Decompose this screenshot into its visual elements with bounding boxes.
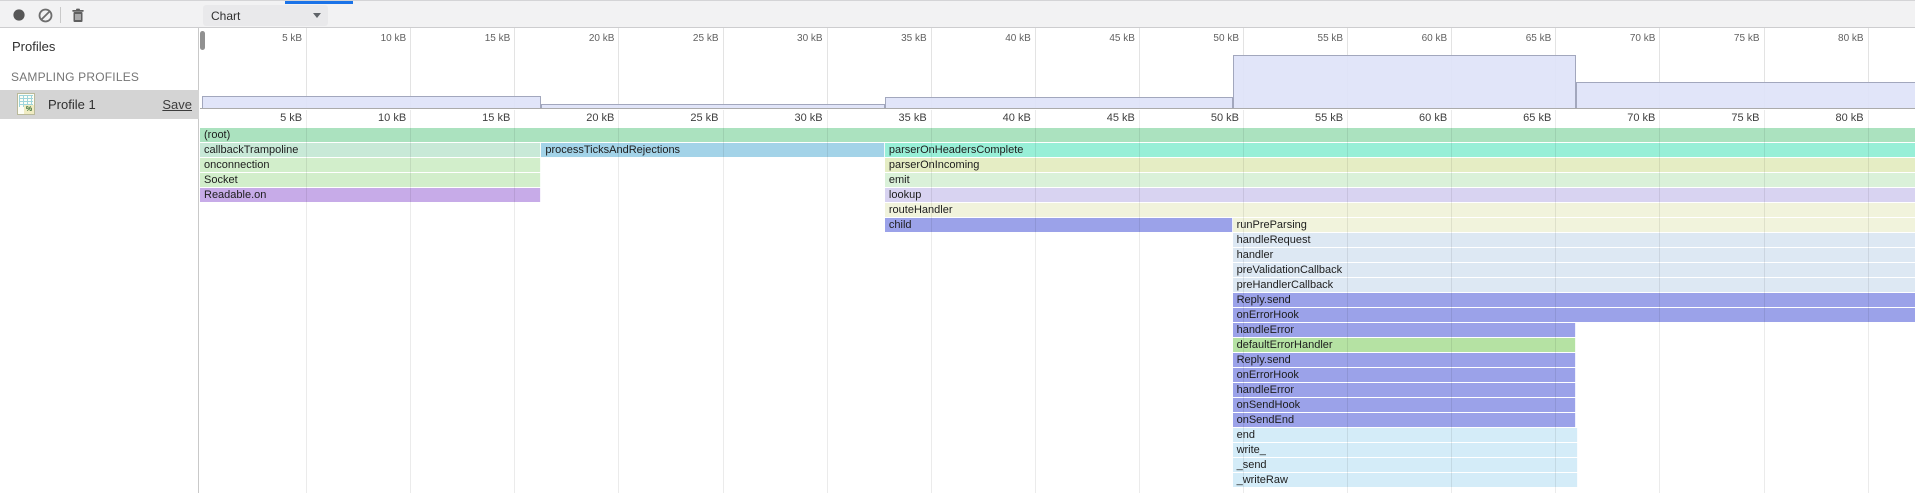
overview-memory-step <box>1576 82 1915 108</box>
flame-bar-callbacktrampoline[interactable]: callbackTrampoline <box>200 143 541 157</box>
overview-memory-step <box>202 96 541 108</box>
allocation-chart-pane: 5 kB 10 kB 15 kB 20 kB 25 kB 30 kB 35 kB 40 kB 4… <box>200 28 1915 493</box>
profile-name: Profile 1 <box>48 97 96 112</box>
record-button[interactable] <box>8 5 30 25</box>
profile-item-profile-1[interactable]: % Profile 1 Save <box>0 90 199 119</box>
overview-axis-tick: 25 kB <box>693 33 723 44</box>
overview-gridline <box>827 28 828 108</box>
profiles-sidebar: Profiles SAMPLING PROFILES % Profile 1 S… <box>0 28 199 493</box>
flame-bar-reply-send[interactable]: Reply.send <box>1233 293 1915 307</box>
overview-gridline <box>1139 28 1140 108</box>
overview-memory-step <box>541 104 885 108</box>
flame-bar-processticksandrejections[interactable]: processTicksAndRejections <box>541 143 885 157</box>
flame-gridline <box>306 110 307 493</box>
flame-bar-onerrorhook[interactable]: onErrorHook <box>1233 368 1577 382</box>
flame-gridline <box>1451 110 1452 493</box>
flame-gridline <box>1659 110 1660 493</box>
flame-gridline <box>618 110 619 493</box>
flame-gridline <box>931 110 932 493</box>
overview-gridline <box>618 28 619 108</box>
flame-gridline <box>1868 110 1869 493</box>
flame-bar-writeraw[interactable]: _writeRaw <box>1233 473 1579 487</box>
flame-bar-child[interactable]: child <box>885 218 1233 232</box>
trash-icon <box>71 8 85 23</box>
flame-bar-prevalidationcallback[interactable]: preValidationCallback <box>1233 263 1915 277</box>
record-icon <box>12 8 26 22</box>
sampling-profiles-heading: SAMPLING PROFILES <box>11 70 139 84</box>
overview-axis-tick: 30 kB <box>797 33 827 44</box>
flame-bar-routehandler[interactable]: routeHandler <box>885 203 1915 217</box>
overview-gridline <box>723 28 724 108</box>
flame-chart: (root)callbackTrampolineprocessTicksAndR… <box>200 110 1915 493</box>
profiler-toolbar: Chart <box>0 0 1915 28</box>
flame-bar-reply-send[interactable]: Reply.send <box>1233 353 1577 367</box>
allocation-overview[interactable]: 5 kB 10 kB 15 kB 20 kB 25 kB 30 kB 35 kB 40 kB 4… <box>200 28 1915 109</box>
flame-bar-send[interactable]: _send <box>1233 458 1579 472</box>
profile-document-icon: % <box>17 93 35 115</box>
overview-axis-tick: 10 kB <box>381 33 411 44</box>
flame-gridline <box>1243 110 1244 493</box>
flame-bar-onconnection[interactable]: onconnection <box>200 158 541 172</box>
overview-gridline <box>1035 28 1036 108</box>
overview-axis-tick: 70 kB <box>1630 33 1660 44</box>
flame-bar-emit[interactable]: emit <box>885 173 1915 187</box>
chart-view-select[interactable]: Chart <box>203 5 328 26</box>
overview-memory-step <box>1233 55 1577 108</box>
flame-gridline <box>410 110 411 493</box>
overview-axis-tick: 45 kB <box>1109 33 1139 44</box>
flame-bar-handler[interactable]: handler <box>1233 248 1915 262</box>
flame-bar-parseronheaderscomplete[interactable]: parserOnHeadersComplete <box>885 143 1915 157</box>
overview-axis-tick: 60 kB <box>1422 33 1452 44</box>
overview-axis-tick: 20 kB <box>589 33 619 44</box>
sidebar-title: Profiles <box>12 39 55 54</box>
toolbar-divider <box>60 7 61 23</box>
overview-axis-tick: 50 kB <box>1213 33 1243 44</box>
overview-axis-tick: 55 kB <box>1318 33 1348 44</box>
flame-bar-runpreparsing[interactable]: runPreParsing <box>1233 218 1915 232</box>
overview-axis-tick: 75 kB <box>1734 33 1764 44</box>
flame-bar-end[interactable]: end <box>1233 428 1579 442</box>
block-icon <box>38 8 53 23</box>
flame-gridline <box>1764 110 1765 493</box>
flame-gridline <box>1347 110 1348 493</box>
flame-bar-handleerror[interactable]: handleError <box>1233 323 1577 337</box>
overview-axis-tick: 15 kB <box>485 33 515 44</box>
chevron-down-icon <box>313 13 321 18</box>
active-tab-indicator <box>285 1 353 4</box>
clear-profiles-button[interactable] <box>34 5 56 25</box>
flame-gridline <box>827 110 828 493</box>
flame-gridline <box>1139 110 1140 493</box>
flame-bar-onsendend[interactable]: onSendEnd <box>1233 413 1577 427</box>
flame-gridline <box>723 110 724 493</box>
flame-bar-onerrorhook[interactable]: onErrorHook <box>1233 308 1915 322</box>
flame-gridline <box>514 110 515 493</box>
overview-axis-tick: 5 kB <box>282 33 306 44</box>
overview-gridline <box>931 28 932 108</box>
flame-gridline <box>1555 110 1556 493</box>
flame-bar-onsendhook[interactable]: onSendHook <box>1233 398 1577 412</box>
flame-bar-root[interactable]: (root) <box>200 128 1915 142</box>
flame-bar-parseronincoming[interactable]: parserOnIncoming <box>885 158 1915 172</box>
flame-bar-handleerror[interactable]: handleError <box>1233 383 1577 397</box>
overview-axis-tick: 80 kB <box>1838 33 1868 44</box>
delete-profile-button[interactable] <box>67 5 89 25</box>
overview-axis-tick: 35 kB <box>901 33 931 44</box>
flame-gridline <box>1035 110 1036 493</box>
flame-bar-socket[interactable]: Socket <box>200 173 541 187</box>
overview-memory-step <box>885 97 1233 108</box>
flame-bar-readable-on[interactable]: Readable.on <box>200 188 541 202</box>
chart-view-select-value: Chart <box>203 9 240 23</box>
flame-bar-prehandlercallback[interactable]: preHandlerCallback <box>1233 278 1915 292</box>
flame-bar-write[interactable]: write_ <box>1233 443 1579 457</box>
overview-scrollbar-thumb[interactable] <box>200 31 205 50</box>
overview-axis-tick: 40 kB <box>1005 33 1035 44</box>
overview-axis-tick: 65 kB <box>1526 33 1556 44</box>
save-profile-link[interactable]: Save <box>162 97 192 112</box>
flame-bar-lookup[interactable]: lookup <box>885 188 1915 202</box>
memory-profiler-panel: Chart Profiles SAMPLING PROFILES % Profi… <box>0 0 1915 493</box>
flame-bar-handlerequest[interactable]: handleRequest <box>1233 233 1915 247</box>
flame-bar-defaulterrorhandler[interactable]: defaultErrorHandler <box>1233 338 1577 352</box>
